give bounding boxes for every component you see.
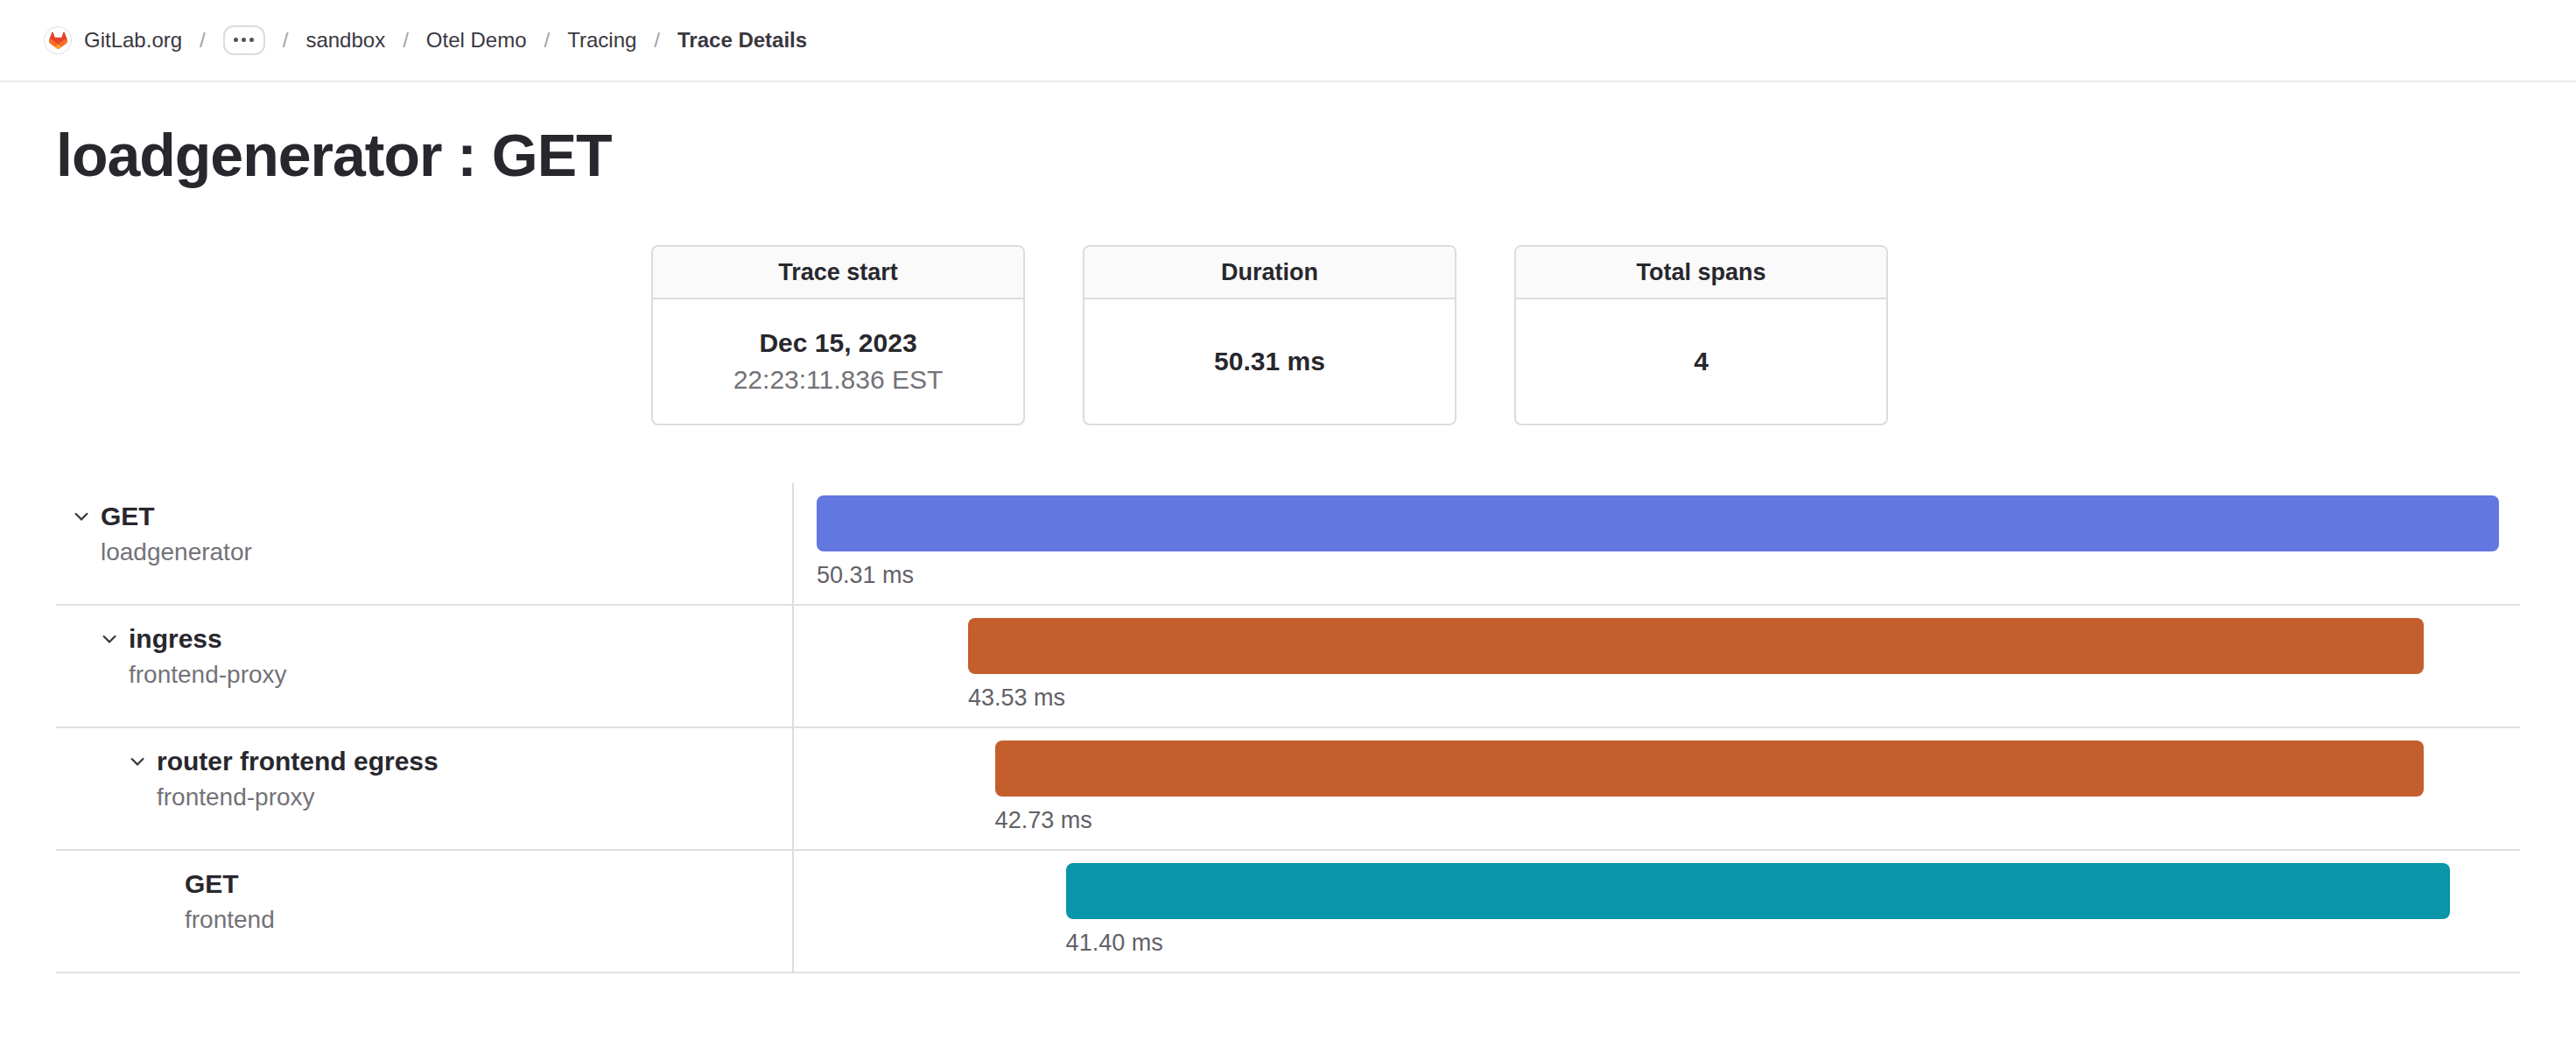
trace-span-row: ingress frontend-proxy 43.53 ms xyxy=(56,606,2520,728)
span-service: loadgenerator xyxy=(101,537,252,567)
trace-span-row: router frontend egress frontend-proxy 42… xyxy=(56,728,2520,851)
breadcrumb-item-otel-demo[interactable]: Otel Demo xyxy=(426,28,527,53)
card-trace-start-header: Trace start xyxy=(653,247,1023,299)
span-timeline-cell: 43.53 ms xyxy=(794,606,2520,727)
breadcrumb-separator: / xyxy=(544,28,551,53)
breadcrumb-group[interactable]: GitLab.org xyxy=(84,28,182,53)
card-total-spans-header: Total spans xyxy=(1516,247,1886,299)
trace-span-row: GET loadgenerator 50.31 ms xyxy=(56,483,2520,606)
summary-cards: Trace start Dec 15, 2023 22:23:11.836 ES… xyxy=(0,245,2576,425)
chevron-down-icon[interactable] xyxy=(71,507,92,528)
card-duration: Duration 50.31 ms xyxy=(1083,245,1456,425)
trace-start-time: 22:23:11.836 EST xyxy=(733,365,944,395)
span-operation: router frontend egress xyxy=(157,746,439,777)
span-operation: GET xyxy=(101,501,252,532)
breadcrumb-current-trace-details: Trace Details xyxy=(677,28,807,53)
total-spans-value: 4 xyxy=(1694,347,1709,376)
span-duration-bar[interactable] xyxy=(968,618,2424,674)
span-details-cell: ingress frontend-proxy xyxy=(56,606,794,727)
trace-waterfall: GET loadgenerator 50.31 ms ingress front… xyxy=(56,483,2520,973)
breadcrumb-item-sandbox[interactable]: sandbox xyxy=(305,28,385,53)
breadcrumb-separator: / xyxy=(283,28,289,53)
span-service: frontend-proxy xyxy=(157,783,439,812)
span-duration-label: 50.31 ms xyxy=(817,560,914,590)
span-duration-bar[interactable] xyxy=(817,495,2499,551)
ellipsis-icon xyxy=(234,38,254,42)
span-operation: GET xyxy=(185,868,275,900)
trace-start-date: Dec 15, 2023 xyxy=(759,328,916,358)
page-title: loadgenerator : GET xyxy=(56,121,2576,189)
card-total-spans: Total spans 4 xyxy=(1514,245,1888,425)
span-details-cell: router frontend egress frontend-proxy xyxy=(56,728,794,849)
span-details-cell: GET frontend xyxy=(56,851,794,972)
breadcrumb: GitLab.org / / sandbox / Otel Demo / Tra… xyxy=(44,25,807,55)
span-timeline-cell: 42.73 ms xyxy=(794,728,2520,849)
span-timeline-cell: 50.31 ms xyxy=(794,483,2520,604)
span-duration-label: 42.73 ms xyxy=(995,805,1092,835)
chevron-down-icon[interactable] xyxy=(99,629,120,650)
trace-span-row: GET frontend 41.40 ms xyxy=(56,851,2520,973)
span-duration-label: 41.40 ms xyxy=(1066,928,1163,958)
breadcrumb-ellipsis-button[interactable] xyxy=(223,25,265,55)
span-duration-label: 43.53 ms xyxy=(968,683,1065,713)
breadcrumb-bar: GitLab.org / / sandbox / Otel Demo / Tra… xyxy=(0,0,2576,82)
gitlab-tanuki-icon xyxy=(49,32,67,49)
chevron-down-icon[interactable] xyxy=(127,752,148,773)
span-details-cell: GET loadgenerator xyxy=(56,483,794,604)
span-service: frontend xyxy=(185,905,275,935)
breadcrumb-separator: / xyxy=(200,28,206,53)
breadcrumb-separator: / xyxy=(403,28,409,53)
duration-value: 50.31 ms xyxy=(1214,347,1325,376)
breadcrumb-item-tracing[interactable]: Tracing xyxy=(567,28,636,53)
card-duration-header: Duration xyxy=(1084,247,1455,299)
card-trace-start: Trace start Dec 15, 2023 22:23:11.836 ES… xyxy=(651,245,1025,425)
gitlab-group-avatar[interactable] xyxy=(44,26,72,54)
span-service: frontend-proxy xyxy=(129,660,287,690)
span-timeline-cell: 41.40 ms xyxy=(794,851,2520,972)
span-duration-bar[interactable] xyxy=(995,741,2424,797)
breadcrumb-separator: / xyxy=(654,28,660,53)
span-operation: ingress xyxy=(129,623,287,655)
span-duration-bar[interactable] xyxy=(1066,863,2451,919)
